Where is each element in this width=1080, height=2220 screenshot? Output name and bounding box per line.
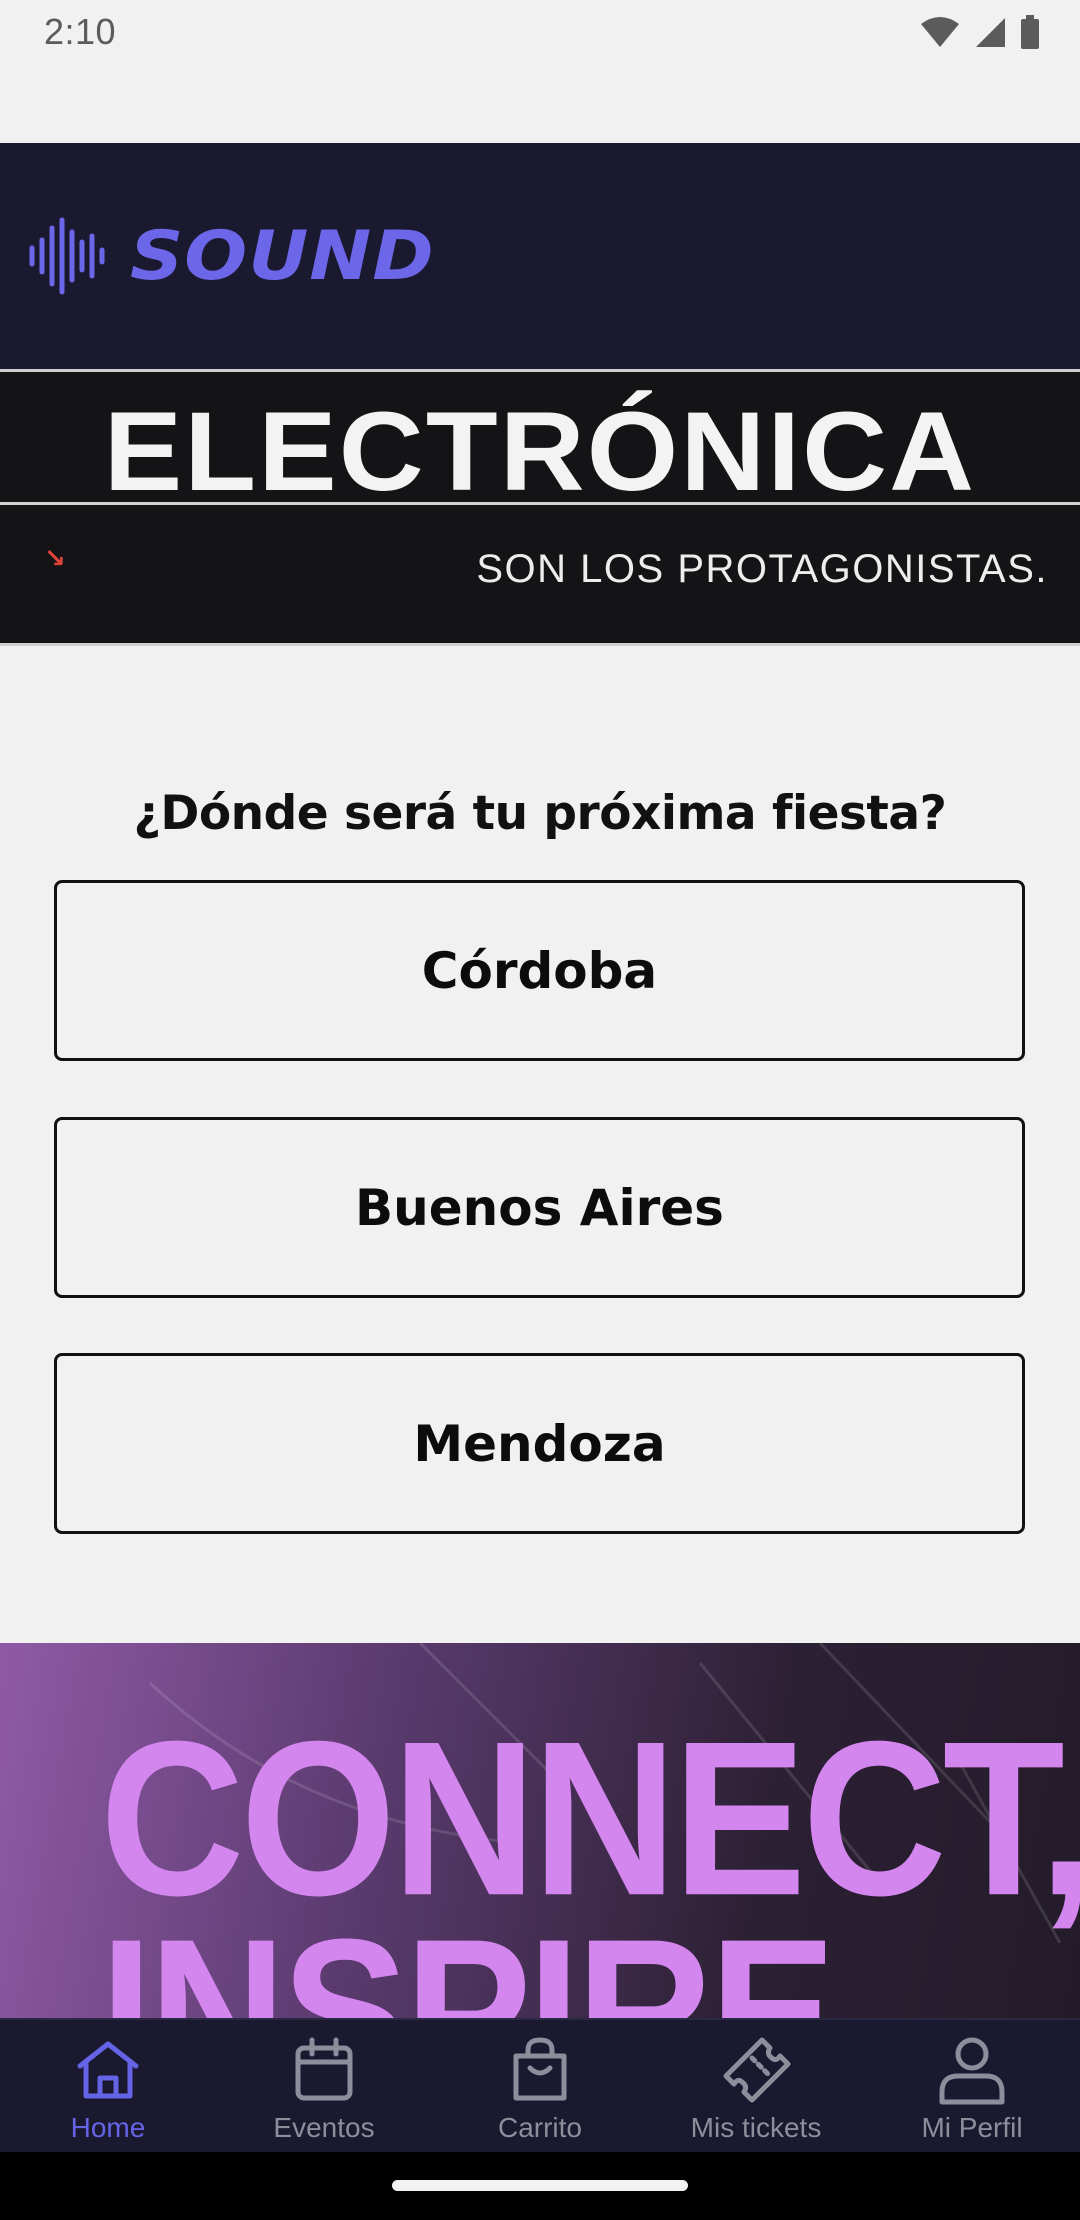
home-gesture-handle[interactable] [392,2180,688,2191]
status-bar: 2:10 [0,0,1080,64]
status-icons [920,15,1040,49]
city-question: ¿Dónde será tu próxima fiesta? [133,786,947,841]
connect-promo-banner[interactable]: CONNECT, INSPIRE [0,1643,1080,2018]
calendar-icon [295,2037,353,2101]
person-icon [939,2037,1005,2105]
wifi-icon [921,17,959,47]
city-button-cordoba[interactable]: Córdoba [54,880,1025,1061]
home-icon [77,2041,139,2099]
nav-eventos[interactable]: Eventos [216,2020,432,2152]
promo-headline-2: INSPIRE [100,1896,836,2018]
nav-carrito-label: Carrito [497,2112,582,2143]
app-screen: 2:10 SOUND ELECTRÓNICA ↘ SON LOS PROTAGO… [0,0,1080,2220]
nav-mis-tickets[interactable]: Mis tickets [648,2020,864,2152]
battery-icon [1021,15,1039,49]
ticket-icon [723,2037,791,2103]
electronica-banner[interactable]: ELECTRÓNICA ↘ SON LOS PROTAGONISTAS. [0,369,1080,646]
shopping-bag-icon [513,2037,567,2101]
gesture-navigation-area [0,2152,1080,2220]
status-time: 2:10 [44,11,117,52]
banner-title: ELECTRÓNICA [103,389,977,514]
nav-mi-perfil-label: Mi Perfil [921,2112,1023,2143]
arrow-down-right-icon: ↘ [44,544,66,574]
nav-mi-perfil[interactable]: Mi Perfil [864,2020,1080,2152]
city-button-buenos-aires[interactable]: Buenos Aires [54,1117,1025,1298]
banner-subtitle: SON LOS PROTAGONISTAS. [476,547,1048,591]
nav-home[interactable]: Home [0,2020,216,2152]
banner-rule [0,643,1080,646]
nav-mis-tickets-label: Mis tickets [690,2112,822,2143]
cell-signal-icon [976,18,1005,47]
sound-wave-icon [29,217,105,295]
nav-eventos-label: Eventos [273,2112,375,2143]
app-header: SOUND [0,143,1080,369]
app-logo-text: SOUND [130,216,435,296]
city-button-mendoza[interactable]: Mendoza [54,1353,1025,1534]
banner-rule [0,369,1080,372]
bottom-navigation: Home Eventos Carrito Mis tickets Mi Perf… [0,2018,1080,2152]
nav-carrito[interactable]: Carrito [432,2020,648,2152]
banner-rule [0,502,1080,505]
nav-home-label: Home [70,2112,146,2143]
